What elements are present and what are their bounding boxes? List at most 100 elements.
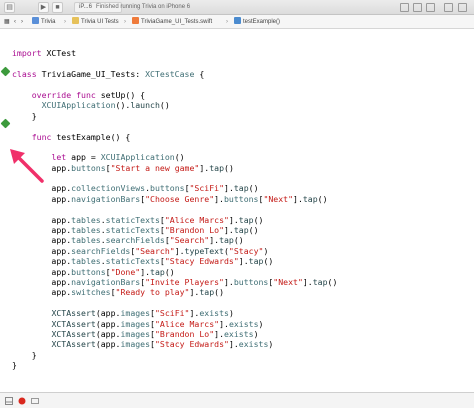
- code-token: "Search": [169, 235, 210, 246]
- code-line[interactable]: func testExample() {: [12, 132, 470, 142]
- crumb-file[interactable]: TriviaGame_UI_Tests.swift: [132, 15, 212, 29]
- code-line[interactable]: app.navigationBars["Invite Players"].but…: [12, 277, 470, 287]
- code-token: "Brandon Lo": [164, 225, 224, 236]
- code-token: staticTexts: [105, 256, 160, 267]
- code-token: typeText: [184, 245, 224, 256]
- code-line[interactable]: app.collectionViews.buttons["SciFi"].tap…: [12, 183, 470, 193]
- code-line[interactable]: XCUIApplication().launch(): [12, 100, 470, 110]
- sidebar-toggle-button[interactable]: ▤: [4, 2, 15, 13]
- code-token: tap: [233, 225, 249, 236]
- code-line[interactable]: XCTAssert(app.images["SciFi"].exists): [12, 308, 470, 318]
- code-token: (app.: [95, 308, 121, 319]
- code-token: ): [258, 318, 264, 329]
- code-token: "Next": [263, 193, 294, 204]
- code-line[interactable]: [12, 204, 470, 214]
- code-token: images: [120, 318, 151, 329]
- navigator-panel-icon[interactable]: [444, 3, 453, 12]
- code-token: images: [120, 339, 151, 350]
- code-line[interactable]: [12, 59, 470, 69]
- code-token: app.: [12, 256, 72, 267]
- code-line[interactable]: [12, 173, 470, 183]
- code-token: ].: [228, 339, 239, 350]
- code-token: XCTAssert: [51, 328, 96, 339]
- code-token: (): [327, 276, 338, 287]
- hide-debug-area-icon[interactable]: [5, 397, 13, 405]
- forward-icon[interactable]: ›: [21, 15, 23, 29]
- code-text[interactable]: import XCTest class TriviaGame_UI_Tests:…: [12, 38, 470, 371]
- code-token: tables: [71, 256, 101, 267]
- code-line[interactable]: XCTAssert(app.images["Alice Marcs"].exis…: [12, 319, 470, 329]
- annotation-arrow: [10, 149, 44, 183]
- debug-bar: [0, 392, 474, 408]
- code-line[interactable]: app.tables.searchFields["Search"].tap(): [12, 235, 470, 245]
- code-token: tables: [71, 214, 101, 225]
- code-token: tap: [150, 266, 165, 277]
- crumb-method[interactable]: testExample(): [234, 15, 280, 29]
- crumb-group[interactable]: Trivia UI Tests: [72, 15, 119, 29]
- code-token: app.: [12, 214, 72, 225]
- code-line[interactable]: [12, 121, 470, 131]
- code-line[interactable]: [12, 298, 470, 308]
- code-token: app.: [12, 245, 72, 256]
- code-token: ].: [214, 193, 224, 204]
- code-token: app.: [12, 225, 72, 236]
- code-token: images: [120, 308, 151, 319]
- code-token: exists: [228, 318, 259, 329]
- code-line[interactable]: XCTAssert(app.images["Stacy Edwards"].ex…: [12, 339, 470, 349]
- code-token: ].: [223, 276, 234, 287]
- editor-standard-icon[interactable]: [400, 3, 409, 12]
- editor-version-icon[interactable]: [426, 3, 435, 12]
- code-line[interactable]: XCTAssert(app.images["Brandon Lo"].exist…: [12, 329, 470, 339]
- stop-recording-icon[interactable]: [18, 397, 26, 405]
- code-line[interactable]: }: [12, 111, 470, 121]
- code-line[interactable]: app.tables.staticTexts["Alice Marcs"].ta…: [12, 215, 470, 225]
- code-token: XCTest: [41, 48, 77, 59]
- breakpoints-toggle-icon[interactable]: [31, 397, 39, 405]
- code-line[interactable]: app.tables.staticTexts["Brandon Lo"].tap…: [12, 225, 470, 235]
- code-line[interactable]: app.buttons["Done"].tap(): [12, 267, 470, 277]
- code-line[interactable]: app.searchFields["Search"].typeText("Sta…: [12, 246, 470, 256]
- code-token: "Brandon Lo": [154, 328, 215, 339]
- code-line[interactable]: app.navigationBars["Choose Genre"].butto…: [12, 194, 470, 204]
- code-token: switches: [71, 287, 111, 298]
- code-line[interactable]: [12, 38, 470, 48]
- code-line[interactable]: import XCTest: [12, 48, 470, 58]
- code-token: "Invite Players": [145, 276, 224, 287]
- code-line[interactable]: app.switches["Ready to play"].tap(): [12, 287, 470, 297]
- code-line[interactable]: let app = XCUIApplication(): [12, 152, 470, 162]
- crumb-project[interactable]: Trivia: [32, 15, 55, 29]
- code-token: tap: [233, 183, 249, 194]
- code-token: "Search": [135, 245, 175, 256]
- stop-button[interactable]: ■: [52, 2, 63, 13]
- folder-icon: [72, 17, 79, 24]
- utilities-panel-icon[interactable]: [458, 3, 467, 12]
- code-token: exists: [199, 308, 229, 319]
- code-line[interactable]: override func setUp() {: [12, 90, 470, 100]
- source-editor[interactable]: import XCTest class TriviaGame_UI_Tests:…: [0, 30, 474, 392]
- code-token: app.: [12, 287, 72, 298]
- stop-icon: ■: [55, 4, 60, 11]
- code-line[interactable]: [12, 142, 470, 152]
- back-icon[interactable]: ‹: [14, 15, 16, 29]
- run-class-tests-icon[interactable]: [0, 66, 11, 77]
- code-line[interactable]: }: [12, 360, 470, 370]
- code-token: app.: [12, 193, 72, 204]
- code-line[interactable]: }: [12, 350, 470, 360]
- code-line[interactable]: [12, 80, 470, 90]
- code-token: ): [253, 328, 259, 339]
- code-line[interactable]: app.buttons["Start a new game"].tap(): [12, 163, 470, 173]
- run-test-icon[interactable]: [0, 118, 11, 129]
- play-icon: ▶: [40, 4, 47, 11]
- code-token: tables: [71, 235, 101, 246]
- editor-assistant-icon[interactable]: [413, 3, 422, 12]
- code-line[interactable]: class TriviaGame_UI_Tests: XCTestCase {: [12, 69, 470, 79]
- code-token: "Start a new game": [110, 162, 200, 173]
- code-token: buttons: [150, 183, 185, 194]
- related-items-icon[interactable]: ▦: [4, 15, 10, 29]
- code-token: exists: [224, 328, 254, 339]
- method-icon: [234, 17, 241, 24]
- code-line[interactable]: app.tables.staticTexts["Stacy Edwards"].…: [12, 256, 470, 266]
- run-button[interactable]: ▶: [38, 2, 49, 13]
